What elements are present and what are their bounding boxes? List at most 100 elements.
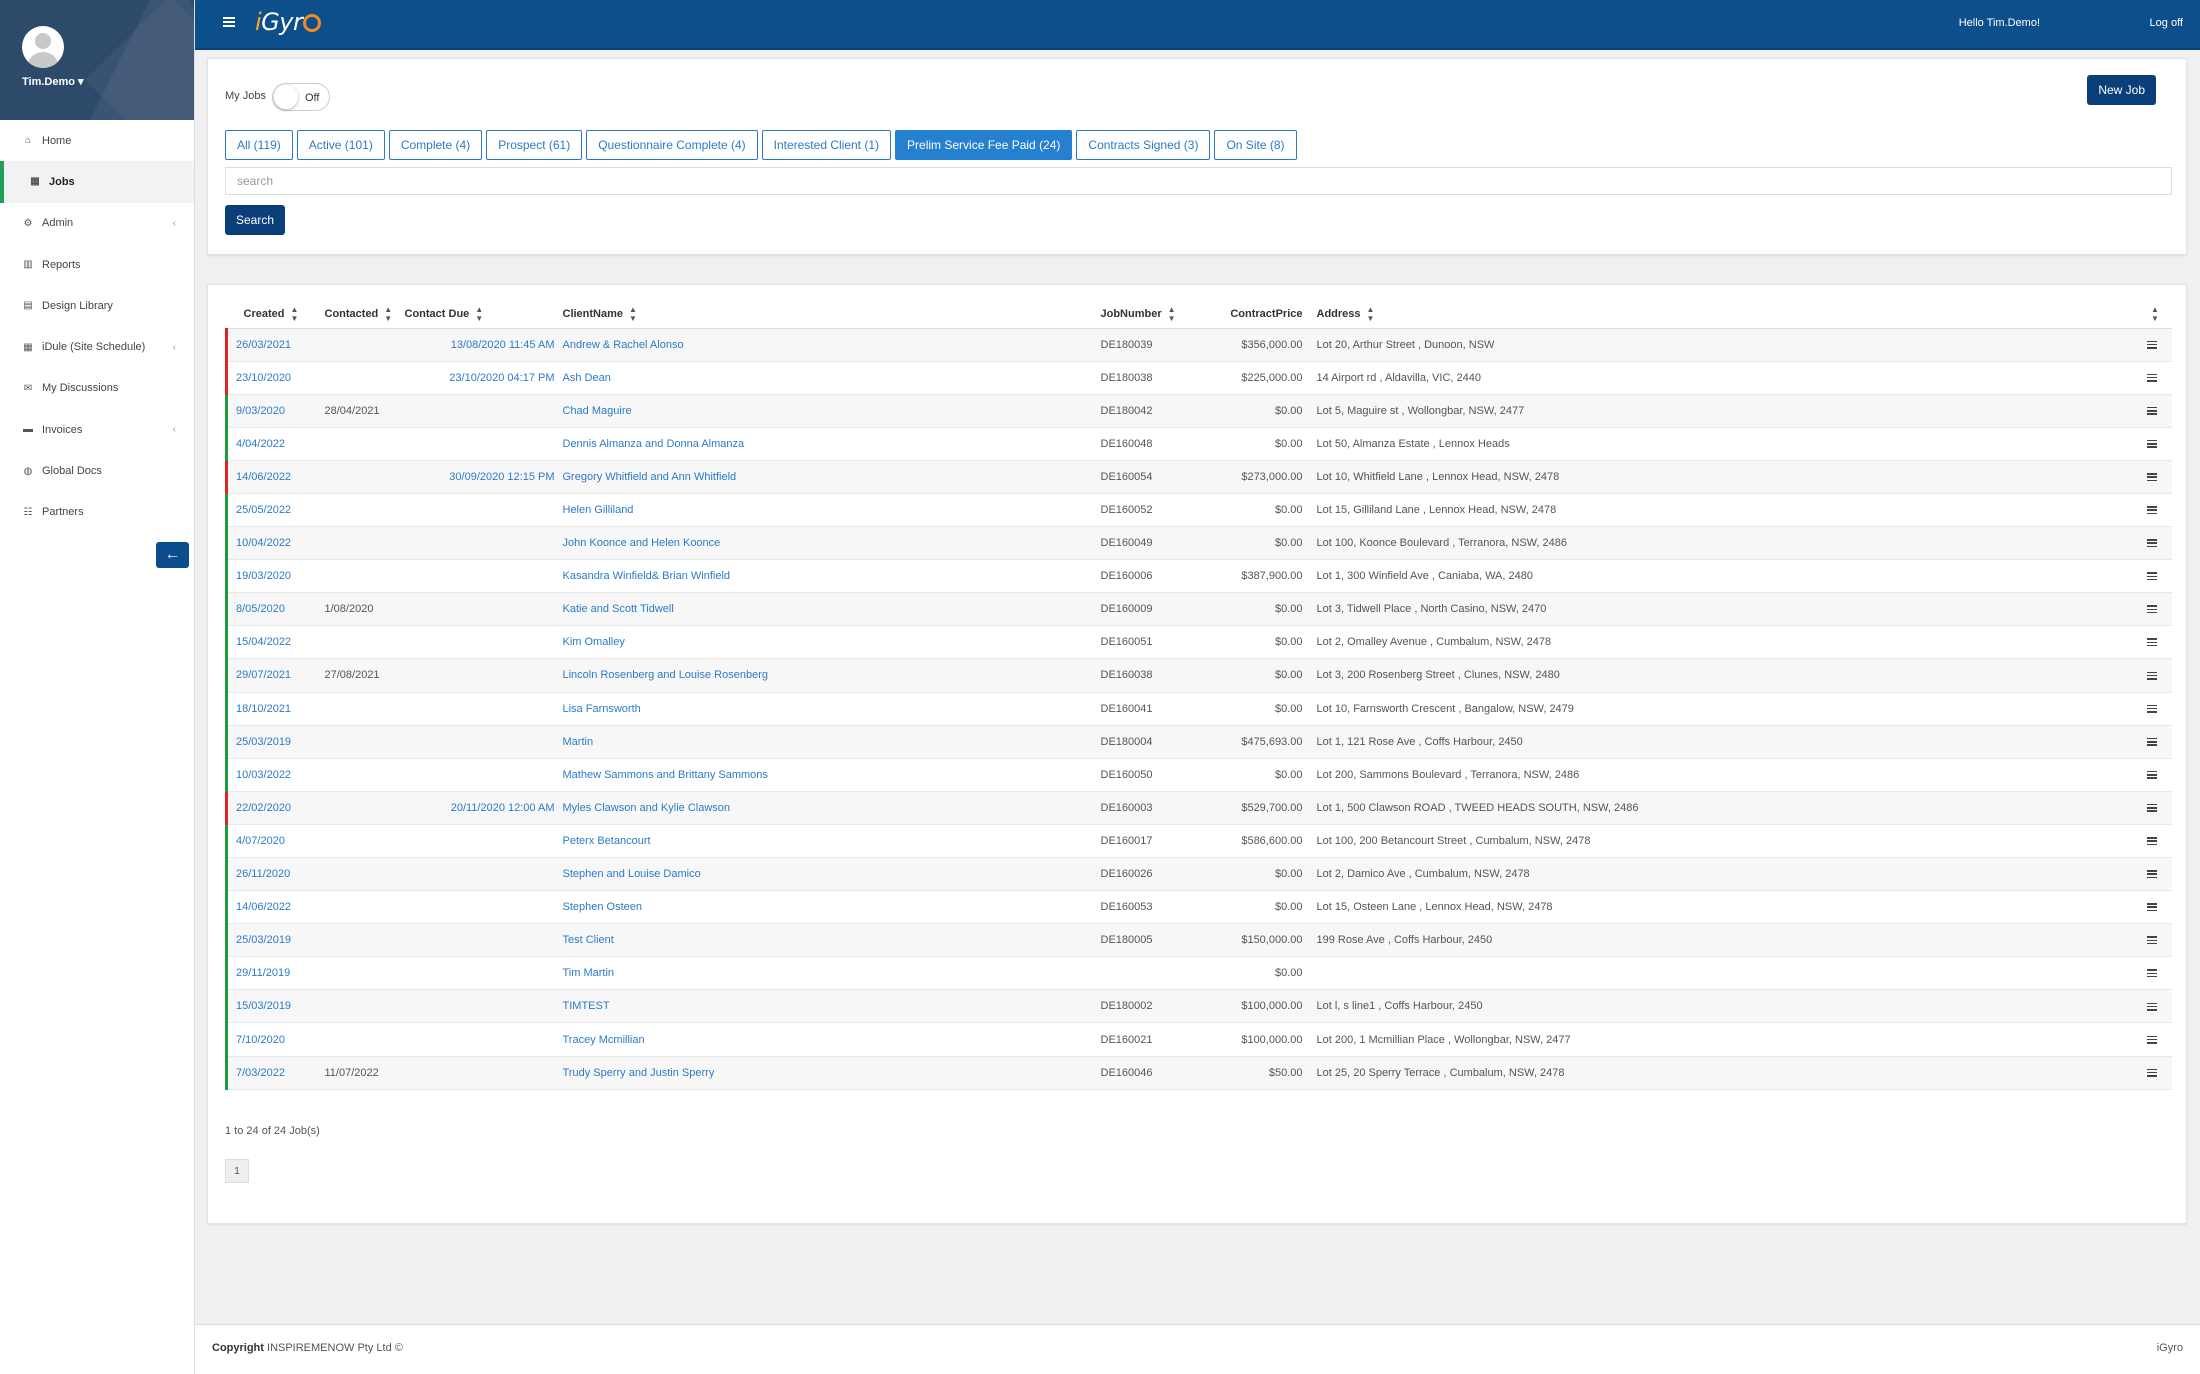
table-row[interactable]: 29/11/2019 Tim Martin $0.00: [225, 956, 2172, 991]
sidebar-item-global-docs[interactable]: ◍ Global Docs: [0, 450, 194, 491]
cell-created[interactable]: 14/06/2022: [225, 460, 321, 494]
col-address[interactable]: Address ▲ ▼: [1306, 300, 2132, 329]
cell-contact-due[interactable]: [400, 1056, 559, 1090]
table-row[interactable]: 26/03/2021 13/08/2020 11:45 AM Andrew & Ra…: [225, 328, 2172, 362]
cell-contact-due[interactable]: [400, 625, 559, 660]
cell-created[interactable]: 15/03/2019: [225, 989, 321, 1024]
cell-contact-due[interactable]: [400, 725, 559, 759]
cell-client-name[interactable]: Tracey Mcmillian: [558, 1022, 1097, 1057]
cell-contact-due[interactable]: [400, 658, 559, 693]
col-job-number[interactable]: JobNumber ▲ ▼: [1096, 300, 1207, 329]
avatar[interactable]: [22, 26, 64, 68]
row-menu-button[interactable]: [2132, 824, 2172, 859]
logoff-link[interactable]: Log off: [2150, 17, 2183, 29]
col-actions[interactable]: ▲ ▼: [2132, 300, 2172, 329]
row-menu-button[interactable]: [2132, 725, 2172, 759]
cell-contact-due[interactable]: [400, 592, 559, 627]
row-menu-button[interactable]: [2132, 559, 2172, 594]
cell-contact-due[interactable]: [400, 526, 559, 561]
col-created[interactable]: Created ▲ ▼: [226, 300, 321, 329]
cell-contact-due[interactable]: [400, 857, 559, 892]
cell-contact-due[interactable]: [400, 394, 559, 428]
cell-client-name[interactable]: Kim Omalley: [558, 625, 1097, 660]
cell-client-name[interactable]: Katie and Scott Tidwell: [558, 592, 1097, 627]
cell-client-name[interactable]: Helen Gilliland: [558, 493, 1097, 528]
app-logo[interactable]: iGyr: [255, 8, 322, 36]
page-1-button[interactable]: 1: [225, 1159, 249, 1183]
cell-client-name[interactable]: Stephen Osteen: [558, 890, 1097, 925]
row-menu-button[interactable]: [2132, 526, 2172, 561]
sidebar-item-home[interactable]: ⌂ Home: [0, 120, 194, 161]
table-row[interactable]: 19/03/2020 Kasandra Winfield& Brian Winfi…: [225, 559, 2172, 594]
row-menu-button[interactable]: [2132, 1022, 2172, 1057]
new-job-button[interactable]: New Job: [2087, 75, 2156, 105]
table-row[interactable]: 25/05/2022 Helen Gilliland DE160052 $0.00 Lo…: [225, 493, 2172, 528]
search-button[interactable]: Search: [225, 205, 286, 235]
cell-client-name[interactable]: Dennis Almanza and Donna Almanza: [558, 427, 1097, 461]
cell-client-name[interactable]: Gregory Whitfield and Ann Whitfield: [558, 460, 1097, 494]
table-row[interactable]: 8/05/2020 1/08/2020 Katie and Scott Tidwel…: [225, 592, 2172, 627]
sidebar-item-admin[interactable]: ⚙ Admin ‹: [0, 203, 194, 244]
cell-contact-due[interactable]: [400, 923, 559, 958]
row-menu-button[interactable]: [2132, 328, 2172, 362]
cell-client-name[interactable]: Chad Maguire: [558, 394, 1097, 428]
cell-created[interactable]: 7/10/2020: [225, 1022, 321, 1057]
cell-client-name[interactable]: John Koonce and Helen Koonce: [558, 526, 1097, 561]
cell-contact-due[interactable]: 13/08/2020 11:45 AM: [400, 328, 559, 362]
cell-client-name[interactable]: Kasandra Winfield& Brian Winfield: [558, 559, 1097, 594]
row-menu-button[interactable]: [2132, 989, 2172, 1024]
tab-questionnaire-complete[interactable]: Questionnaire Complete (4): [586, 130, 758, 160]
col-contact-due[interactable]: Contact Due ▲ ▼: [400, 300, 559, 329]
table-row[interactable]: 7/10/2020 Tracey Mcmillian DE160021 $100,00…: [225, 1022, 2172, 1057]
search-input[interactable]: [225, 167, 2172, 195]
cell-created[interactable]: 9/03/2020: [225, 394, 321, 428]
table-row[interactable]: 22/02/2020 20/11/2020 12:00 AM Myles Claws…: [225, 791, 2172, 825]
cell-created[interactable]: 29/07/2021: [225, 658, 321, 693]
table-row[interactable]: 15/03/2019 TIMTEST DE180002 $100,000.00 Lot …: [225, 989, 2172, 1024]
tab-contracts-signed[interactable]: Contracts Signed (3): [1076, 130, 1211, 160]
cell-contact-due[interactable]: [400, 758, 559, 792]
row-menu-button[interactable]: [2132, 692, 2172, 726]
sidebar-item-reports[interactable]: ▥ Reports: [0, 244, 194, 285]
cell-contact-due[interactable]: [400, 692, 559, 726]
cell-contact-due[interactable]: [400, 1022, 559, 1057]
cell-client-name[interactable]: Tim Martin: [558, 956, 1097, 991]
cell-contact-due[interactable]: [400, 824, 559, 859]
row-menu-button[interactable]: [2132, 758, 2172, 792]
row-menu-button[interactable]: [2132, 956, 2172, 991]
row-menu-button[interactable]: [2132, 658, 2172, 693]
table-row[interactable]: 7/03/2022 11/07/2022 Trudy Sperry and Just…: [225, 1056, 2172, 1090]
cell-created[interactable]: 22/02/2020: [225, 791, 321, 825]
tab-complete[interactable]: Complete (4): [388, 130, 483, 160]
table-row[interactable]: 14/06/2022 30/09/2020 12:15 PM Gregory Whi…: [225, 460, 2172, 494]
table-row[interactable]: 10/04/2022 John Koonce and Helen Koonce DE…: [225, 526, 2172, 561]
row-menu-button[interactable]: [2132, 460, 2172, 494]
cell-created[interactable]: 26/03/2021: [225, 328, 321, 362]
table-row[interactable]: 14/06/2022 Stephen Osteen DE160053 $0.00 Lot…: [225, 890, 2172, 925]
col-contacted[interactable]: Contacted ▲ ▼: [320, 300, 401, 329]
cell-contact-due[interactable]: [400, 890, 559, 925]
sidebar-item-my-discussions[interactable]: ✉ My Discussions: [0, 368, 194, 409]
table-row[interactable]: 25/03/2019 Test Client DE180005 $150,000.00…: [225, 923, 2172, 958]
cell-created[interactable]: 25/05/2022: [225, 493, 321, 528]
table-row[interactable]: 4/04/2022 Dennis Almanza and Donna Almanz…: [225, 427, 2172, 461]
table-row[interactable]: 4/07/2020 Peterx Betancourt DE160017 $586,6…: [225, 824, 2172, 859]
tab-prelim-service-fee-paid[interactable]: Prelim Service Fee Paid (24): [895, 130, 1073, 160]
cell-created[interactable]: 19/03/2020: [225, 559, 321, 594]
row-menu-button[interactable]: [2132, 361, 2172, 395]
row-menu-button[interactable]: [2132, 791, 2172, 825]
cell-created[interactable]: 29/11/2019: [225, 956, 321, 991]
table-row[interactable]: 29/07/2021 27/08/2021 Lincoln Rosenberg an…: [225, 658, 2172, 693]
cell-client-name[interactable]: Myles Clawson and Kylie Clawson: [558, 791, 1097, 825]
cell-contact-due[interactable]: [400, 493, 559, 528]
cell-created[interactable]: 10/04/2022: [225, 526, 321, 561]
hamburger-icon[interactable]: [223, 17, 235, 27]
table-row[interactable]: 23/10/2020 23/10/2020 04:17 PM Ash Dean DE1…: [225, 361, 2172, 395]
col-client-name[interactable]: ClientName ▲ ▼: [558, 300, 1097, 329]
cell-created[interactable]: 15/04/2022: [225, 625, 321, 660]
table-row[interactable]: 26/11/2020 Stephen and Louise Damico DE160…: [225, 857, 2172, 892]
row-menu-button[interactable]: [2132, 493, 2172, 528]
row-menu-button[interactable]: [2132, 427, 2172, 461]
row-menu-button[interactable]: [2132, 1056, 2172, 1090]
cell-client-name[interactable]: Mathew Sammons and Brittany Sammons: [558, 758, 1097, 792]
